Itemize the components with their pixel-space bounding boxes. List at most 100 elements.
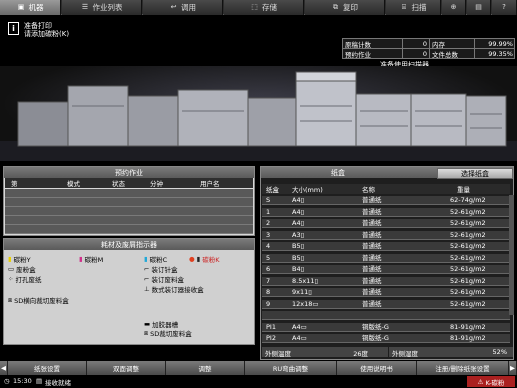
tray-cell-size: 12x18▭ [292,299,319,308]
tray-scrollbar[interactable] [509,195,514,315]
staple-item: ⌐ 装订针盒 [144,264,177,274]
temp-value: 26度 [353,350,368,358]
tray-cell-size: A3▯ [292,230,305,239]
tray-cell-size: A4▭ [292,334,307,342]
outside-temp: 外侧温度 26度 [262,347,388,358]
table-row[interactable] [5,198,253,207]
tray-row[interactable]: S A4▯ 普通纸 62-74g/m2 [262,196,510,206]
scroll-right-button[interactable]: ▶ [509,361,517,375]
help-button[interactable]: ? [492,0,517,15]
col-no: 第 [11,180,18,188]
tray-row[interactable]: 4 B5▯ 普通纸 52-61g/m2 [262,242,510,252]
reserved-job-header: 第 模式 状态 分钟 用户名 [5,178,253,188]
file-total-label: 文件总数 [430,49,475,59]
tab-scan[interactable]: ⌸ 扫描 [386,0,441,15]
reserved-job-title: 预约作业 [4,167,254,178]
tab-machine[interactable]: ▣ 机器 [0,0,61,15]
tray-cell-tray: 2 [266,219,271,227]
status-bar: ◷ 15:30 ▤ 接收就绪 ⚠ K-碳粉 [0,375,517,388]
waste-box-icon: ▭ [8,265,15,273]
message-line-2: 请添加碳粉(K) [24,30,70,38]
tray-cell-tray: PI1 [266,322,276,331]
tray-row[interactable]: PI1 A4▭ 铜版纸-G 81-91g/m2 [262,322,510,332]
col-size: 大小(mm) [292,186,323,194]
scan-icon: ⌸ [401,3,407,11]
booklet-item: ⊥ 数式装订器接收盒 [144,284,204,294]
table-row[interactable] [5,216,253,225]
tray-row[interactable]: 1 A4▯ 普通纸 52-61g/m2 [262,207,510,217]
register-paper-button[interactable]: 注册/删除纸张设置 [417,361,509,375]
tab-machine-label: 机器 [28,3,44,12]
time-text: 15:30 [13,377,32,385]
tray-row[interactable]: 3 A3▯ 普通纸 52-61g/m2 [262,230,510,240]
scroll-left-button[interactable]: ◀ [0,361,8,375]
tab-store[interactable]: ⬚ 存储 [224,0,304,15]
tray-row[interactable]: 7 8.5x11▯ 普通纸 52-61g/m2 [262,276,510,286]
warning-icon: ● [189,255,195,263]
original-count-label: 原稿计数 [343,39,403,49]
adjust-button[interactable]: 调整 [166,361,245,375]
tray-row[interactable] [262,311,510,321]
booklet-icon: ⊥ [144,285,150,293]
tray-cell-name: 普通纸 [362,242,382,250]
tray-cell-size: B4▯ [292,265,305,273]
ru-curl-adjust-button[interactable]: RU弯曲调整 [245,361,337,375]
tray-cell-name: 普通纸 [362,265,382,273]
col-name: 名称 [362,186,375,194]
tray-row[interactable]: 5 B5▯ 普通纸 52-61g/m2 [262,253,510,263]
consumables-title: 耗材及废屑指示器 [4,239,254,250]
col-mode: 模式 [67,180,80,188]
duplex-adjust-button[interactable]: 双面调整 [87,361,166,375]
tray-row[interactable]: 2 A4▯ 普通纸 52-61g/m2 [262,219,510,229]
table-row[interactable] [5,189,253,198]
reserved-job-panel: 预约作业 第 模式 状态 分钟 用户名 [3,166,255,236]
tray-row[interactable]: 9 12x18▭ 普通纸 52-61g/m2 [262,299,510,309]
tab-store-label: 存储 [262,3,277,12]
menu-button[interactable]: ▤ [467,0,491,15]
table-row[interactable] [5,225,253,234]
store-icon: ⬚ [251,3,258,11]
toner-y-label: 碳粉Y [13,256,31,264]
staple-waste-item: ⌐ 装订废料盒 [144,274,184,284]
hum-value: 52% [492,348,507,356]
tray-cell-tray: 4 [266,242,271,250]
globe-button[interactable]: ⊕ [442,0,466,15]
original-count-value: 0 [403,39,430,49]
tray-row[interactable]: PI2 A4▭ 铜版纸-G 81-91g/m2 [262,334,510,344]
tray-cell-weight: 52-61g/m2 [450,230,486,239]
toner-c-label: 碳粉C [149,256,168,264]
tray-cell-tray: 7 [266,276,271,285]
toner-warning-badge[interactable]: ⚠ K-碳粉 [467,376,515,387]
toner-m-icon: ▮ [79,255,83,263]
sd-trim-icon: ⧈ [144,328,149,337]
tab-recall[interactable]: ↩ 调用 [143,0,223,15]
tray-cell-size: A4▭ [292,322,307,331]
manual-button[interactable]: 使用说明书 [337,361,417,375]
reserved-job-label: 预约作业 [343,49,403,59]
booklet-label: 数式装订器接收盒 [151,286,204,294]
tray-cell-size: A4▯ [292,207,305,216]
memory-label: 内存 [430,39,475,49]
tray-cell-weight: 52-61g/m2 [450,288,486,296]
toner-k-item: ● ▮ 碳粉K [189,254,220,264]
staple-label: 装订针盒 [151,266,178,274]
col-user: 用户名 [200,180,220,188]
paper-setting-button[interactable]: 纸张设置 [8,361,87,375]
top-tab-bar: ▣ 机器 ☰ 作业列表 ↩ 调用 ⬚ 存储 ⧉ 复印 ⌸ 扫描 ⊕ ▤ ? [0,0,517,15]
table-row[interactable] [5,207,253,216]
tray-cell-weight: 81-91g/m2 [450,322,486,331]
tab-copy[interactable]: ⧉ 复印 [305,0,385,15]
col-minutes: 分钟 [150,180,163,188]
tray-cell-weight: 81-91g/m2 [450,334,486,342]
select-tray-button[interactable]: 选择纸盒 [437,168,513,179]
machine-icon: ▣ [17,3,25,11]
tray-cell-weight: 52-61g/m2 [450,207,486,216]
col-weight: 重量 [457,186,470,194]
tray-cell-name: 普通纸 [362,299,382,308]
toner-y-icon: ▮ [8,255,12,263]
tray-row[interactable]: 8 9x11▯ 普通纸 52-61g/m2 [262,288,510,298]
tab-job-list[interactable]: ☰ 作业列表 [62,0,142,15]
toner-c-item: ▮ 碳粉C [144,254,167,264]
tray-row[interactable]: 6 B4▯ 普通纸 52-61g/m2 [262,265,510,275]
reserved-job-value: 0 [403,49,430,59]
